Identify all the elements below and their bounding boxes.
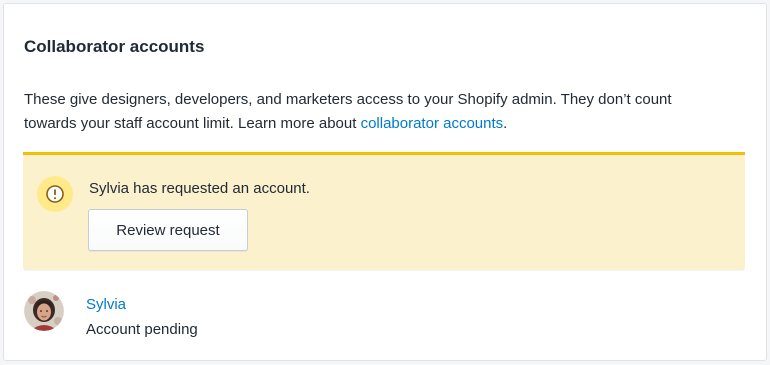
collaborator-row: Sylvia Account pending [24,291,424,341]
card-title: Collaborator accounts [24,37,205,56]
banner-message: Sylvia has requested an account. [89,180,310,197]
avatar[interactable] [24,291,64,331]
review-request-button[interactable]: Review request [88,209,248,251]
description-suffix: . [503,115,508,132]
collaborator-name-link[interactable]: Sylvia [86,295,126,315]
collaborator-accounts-link[interactable]: collaborator accounts [361,115,504,132]
collaborator-accounts-card: Collaborator accounts These give designe… [3,3,767,361]
banner-icon-ring [37,176,73,212]
description-text: These give designers, developers, and ma… [24,91,672,132]
warning-circle-icon [46,185,64,203]
card-description: These give designers, developers, and ma… [24,88,724,136]
collaborator-status: Account pending [86,321,198,338]
account-request-banner: Sylvia has requested an account. Review … [23,152,745,270]
